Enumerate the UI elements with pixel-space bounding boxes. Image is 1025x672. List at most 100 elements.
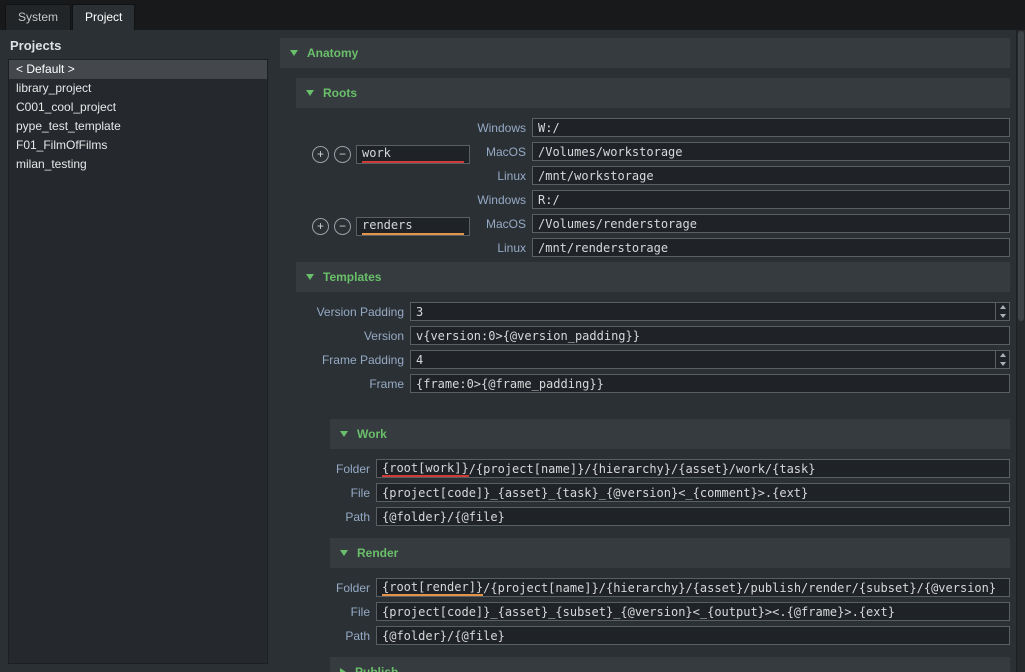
root-entry-work: + − work Windows — [312, 118, 1010, 190]
spinbox-buttons — [995, 303, 1009, 320]
spin-down-button[interactable] — [996, 312, 1009, 321]
remove-root-button[interactable]: − — [334, 146, 351, 163]
chevron-down-icon — [340, 431, 348, 437]
linux-path-input[interactable] — [532, 166, 1010, 185]
project-item[interactable]: C001_cool_project — [9, 98, 267, 117]
work-section: Work Folder {root[work]}/{project[name]}… — [330, 419, 1010, 526]
file-label: File — [330, 486, 370, 500]
linux-path-input[interactable] — [532, 238, 1010, 257]
linux-row: Linux — [470, 166, 1010, 185]
version-label: Version — [312, 329, 404, 343]
settings-panel: Anatomy Roots + — [272, 30, 1016, 672]
version-padding-spinbox[interactable]: 3 — [410, 302, 1010, 321]
anatomy-title: Anatomy — [307, 46, 358, 60]
windows-row: Windows — [470, 118, 1010, 137]
settings-window: System Project Projects < Default > libr… — [0, 0, 1025, 672]
spin-up-button[interactable] — [996, 351, 1009, 360]
frame-padding-label: Frame Padding — [312, 353, 404, 367]
windows-label: Windows — [470, 193, 526, 207]
root-token: {root[render]} — [382, 580, 483, 596]
windows-path-input[interactable] — [532, 190, 1010, 209]
render-file-input[interactable] — [376, 602, 1010, 621]
windows-label: Windows — [470, 121, 526, 135]
project-item[interactable]: library_project — [9, 79, 267, 98]
roots-header[interactable]: Roots — [296, 78, 1010, 108]
spin-down-button[interactable] — [996, 360, 1009, 369]
templates-header[interactable]: Templates — [296, 262, 1010, 292]
render-section: Render Folder {root[render]}/{project[na… — [330, 538, 1010, 645]
folder-label: Folder — [330, 462, 370, 476]
frame-row: Frame — [312, 374, 1010, 393]
tab-system[interactable]: System — [5, 4, 71, 30]
project-item[interactable]: pype_test_template — [9, 117, 267, 136]
version-row: Version — [312, 326, 1010, 345]
root-name-input[interactable]: work — [356, 145, 470, 164]
sidebar-title: Projects — [8, 36, 268, 59]
render-file-row: File — [330, 602, 1010, 621]
roots-body: + − work Windows — [296, 118, 1010, 262]
macos-label: MacOS — [470, 145, 526, 159]
projects-sidebar: Projects < Default > library_project C00… — [0, 30, 272, 672]
macos-path-input[interactable] — [532, 142, 1010, 161]
folder-template-rest: /{project[name]}/{hierarchy}/{asset}/wor… — [469, 462, 816, 476]
work-title: Work — [357, 427, 387, 441]
windows-row: Windows — [470, 190, 1010, 209]
version-padding-row: Version Padding 3 — [312, 302, 1010, 321]
root-entry-controls: + − renders — [312, 217, 470, 236]
chevron-right-icon — [340, 668, 346, 672]
work-path-input[interactable] — [376, 507, 1010, 526]
macos-row: MacOS — [470, 214, 1010, 233]
linux-label: Linux — [470, 169, 526, 183]
render-path-row: Path — [330, 626, 1010, 645]
render-folder-input[interactable]: {root[render]}/{project[name]}/{hierarch… — [376, 578, 1010, 597]
spin-down-icon — [1000, 362, 1006, 366]
chevron-down-icon — [290, 50, 298, 56]
work-folder-row: Folder {root[work]}/{project[name]}/{hie… — [330, 459, 1010, 478]
scrollbar-thumb[interactable] — [1018, 31, 1024, 321]
project-item-default[interactable]: < Default > — [9, 60, 267, 79]
anatomy-header[interactable]: Anatomy — [280, 38, 1010, 68]
folder-template-rest: /{project[name]}/{hierarchy}/{asset}/pub… — [483, 581, 996, 595]
spinbox-buttons — [995, 351, 1009, 368]
path-label: Path — [330, 510, 370, 524]
macos-row: MacOS — [470, 142, 1010, 161]
render-path-input[interactable] — [376, 626, 1010, 645]
work-folder-input[interactable]: {root[work]}/{project[name]}/{hierarchy}… — [376, 459, 1010, 478]
publish-section: Publish — [330, 657, 1010, 672]
root-name-input[interactable]: renders — [356, 217, 470, 236]
file-label: File — [330, 605, 370, 619]
publish-header[interactable]: Publish — [330, 657, 1010, 672]
render-header[interactable]: Render — [330, 538, 1010, 568]
publish-title: Publish — [355, 665, 398, 672]
render-body: Folder {root[render]}/{project[name]}/{h… — [330, 578, 1010, 645]
frame-padding-spinbox[interactable]: 4 — [410, 350, 1010, 369]
frame-padding-row: Frame Padding 4 — [312, 350, 1010, 369]
remove-root-button[interactable]: − — [334, 218, 351, 235]
add-root-button[interactable]: + — [312, 146, 329, 163]
macos-path-input[interactable] — [532, 214, 1010, 233]
project-item[interactable]: F01_FilmOfFilms — [9, 136, 267, 155]
chevron-down-icon — [306, 274, 314, 280]
macos-label: MacOS — [470, 217, 526, 231]
spin-up-icon — [1000, 353, 1006, 357]
work-header[interactable]: Work — [330, 419, 1010, 449]
root-entry-renders: + − renders Windows — [312, 190, 1010, 262]
work-file-input[interactable] — [376, 483, 1010, 502]
project-item[interactable]: milan_testing — [9, 155, 267, 174]
render-folder-row: Folder {root[render]}/{project[name]}/{h… — [330, 578, 1010, 597]
roots-section: Roots + − work — [296, 78, 1010, 262]
frame-padding-value: 4 — [416, 353, 423, 367]
path-label: Path — [330, 629, 370, 643]
spin-up-button[interactable] — [996, 303, 1009, 312]
anatomy-body: Roots + − work — [280, 78, 1010, 672]
spin-up-icon — [1000, 305, 1006, 309]
work-path-row: Path — [330, 507, 1010, 526]
windows-path-input[interactable] — [532, 118, 1010, 137]
work-file-row: File — [330, 483, 1010, 502]
frame-template-input[interactable] — [410, 374, 1010, 393]
version-template-input[interactable] — [410, 326, 1010, 345]
add-root-button[interactable]: + — [312, 218, 329, 235]
tab-project[interactable]: Project — [72, 4, 135, 30]
window-content: Projects < Default > library_project C00… — [0, 30, 1025, 672]
vertical-scrollbar[interactable] — [1016, 30, 1025, 672]
